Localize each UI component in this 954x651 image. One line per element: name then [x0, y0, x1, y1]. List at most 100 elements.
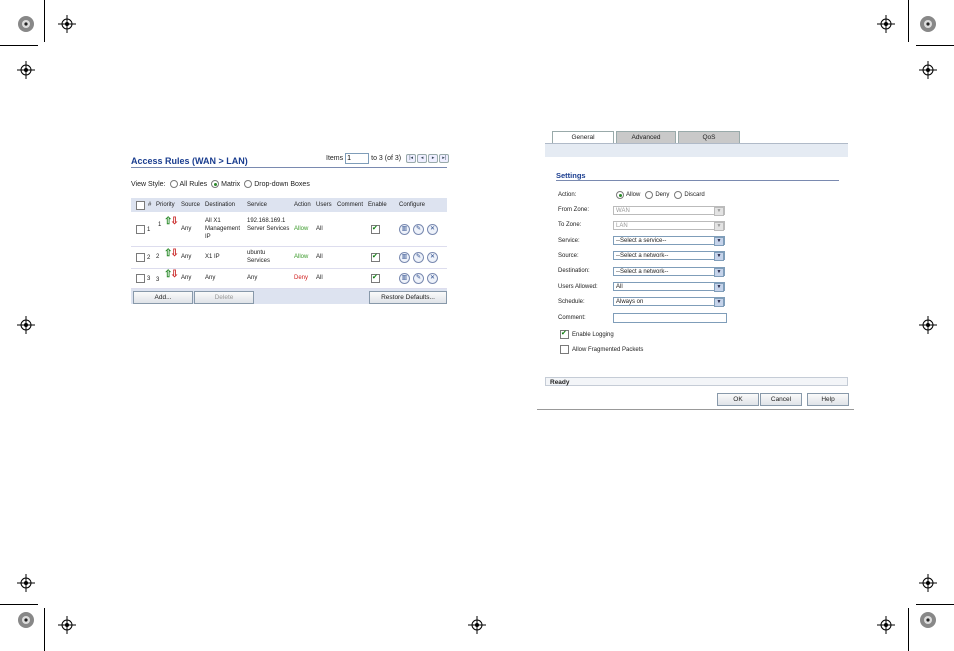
radio-icon[interactable]: [645, 191, 654, 199]
users-allowed-select[interactable]: All ▼: [613, 282, 725, 292]
last-page-icon[interactable]: ▸|: [439, 154, 450, 163]
radio-icon[interactable]: [169, 180, 178, 188]
allow-fragmented-option[interactable]: Allow Fragmented Packets: [560, 345, 643, 354]
destination-label: Destination:: [558, 268, 590, 274]
destination-select[interactable]: --Select a network-- ▼: [613, 267, 725, 277]
col-number: #: [148, 202, 152, 208]
row-destination: X1 IP: [205, 254, 220, 260]
stats-icon[interactable]: ▥: [399, 252, 410, 263]
delete-icon[interactable]: ✕: [427, 252, 438, 263]
col-destination: Destination: [205, 202, 236, 208]
items-page-input[interactable]: [345, 153, 370, 164]
items-range: to 3 (of 3): [371, 155, 402, 162]
tab-general[interactable]: General: [552, 131, 614, 143]
chevron-down-icon: ▼: [714, 207, 724, 216]
delete-icon[interactable]: ✕: [427, 273, 438, 284]
row-checkbox[interactable]: [136, 253, 145, 262]
title-underline: [131, 167, 447, 168]
row-priority: 3: [156, 277, 160, 283]
crop-line: [0, 45, 38, 46]
crop-line: [908, 0, 909, 42]
col-configure: Configure: [399, 202, 426, 208]
to-zone-label: To Zone:: [558, 222, 582, 228]
restore-defaults-button[interactable]: Restore Defaults...: [369, 291, 447, 304]
crosshair-mark-icon: [919, 61, 937, 79]
crosshair-mark-icon: [58, 15, 76, 33]
view-option-all-rules[interactable]: All Rules: [169, 180, 207, 188]
help-button[interactable]: Help: [807, 393, 849, 406]
chevron-down-icon: ▼: [714, 237, 724, 246]
chevron-down-icon: ▼: [714, 268, 724, 277]
enable-logging-checkbox[interactable]: [560, 329, 569, 339]
tab-strip: [545, 143, 848, 158]
priority-arrows-icon[interactable]: ⇧ ⇩: [164, 216, 179, 227]
crosshair-mark-icon: [17, 574, 35, 592]
pager-controls: |◂ ◂ ▸ ▸|: [406, 154, 450, 163]
col-action: Action: [294, 202, 311, 208]
crop-line: [916, 45, 954, 46]
configure-icons: ▥ ✎ ✕: [399, 224, 438, 235]
radio-icon[interactable]: [674, 191, 683, 199]
enable-checkbox[interactable]: [371, 252, 380, 262]
action-label: Action:: [558, 192, 577, 198]
source-select[interactable]: --Select a network-- ▼: [613, 251, 725, 261]
table-row: 2 2 ⇧ ⇩ Any X1 IP ubuntu Services Allow A…: [131, 246, 447, 269]
delete-icon[interactable]: ✕: [427, 224, 438, 235]
edit-icon[interactable]: ✎: [413, 273, 424, 284]
view-option-matrix[interactable]: Matrix: [211, 180, 240, 188]
radio-selected-icon[interactable]: [616, 191, 624, 199]
row-destination: All X1 Management IP: [205, 218, 241, 240]
action-deny[interactable]: Deny: [645, 191, 669, 199]
enable-logging-option[interactable]: Enable Logging: [560, 329, 614, 339]
select-all-checkbox[interactable]: [136, 201, 145, 210]
add-button[interactable]: Add...: [133, 291, 193, 304]
table-row: 1 1 ⇧ ⇩ Any All X1 Management IP 192.168.…: [131, 212, 447, 247]
allow-fragmented-checkbox[interactable]: [560, 345, 569, 354]
action-allow[interactable]: Allow: [616, 191, 640, 199]
radio-selected-icon[interactable]: [211, 180, 220, 188]
from-zone-select[interactable]: WAN ▼: [613, 206, 725, 216]
row-source: Any: [181, 226, 192, 232]
edit-icon[interactable]: ✎: [413, 252, 424, 263]
schedule-select[interactable]: Always on ▼: [613, 297, 725, 307]
stats-icon[interactable]: ▥: [399, 273, 410, 284]
prev-page-icon[interactable]: ◂: [417, 154, 428, 163]
access-rules-title: Access Rules (WAN > LAN): [131, 156, 248, 166]
delete-button[interactable]: Delete: [194, 291, 254, 304]
priority-arrows-icon[interactable]: ⇧ ⇩: [164, 248, 179, 259]
tab-qos[interactable]: QoS: [678, 131, 740, 143]
action-discard[interactable]: Discard: [674, 191, 705, 199]
row-users: All: [316, 226, 323, 232]
action-radios: Allow Deny Discard: [616, 191, 705, 199]
tab-advanced[interactable]: Advanced: [616, 131, 676, 143]
first-page-icon[interactable]: |◂: [406, 154, 417, 163]
row-checkbox[interactable]: [136, 274, 145, 283]
crosshair-mark-icon: [468, 616, 486, 634]
row-checkbox[interactable]: [136, 225, 145, 234]
row-users: All: [316, 275, 323, 281]
schedule-label: Schedule:: [558, 299, 585, 305]
service-select[interactable]: --Select a service-- ▼: [613, 236, 725, 246]
next-page-icon[interactable]: ▸: [428, 154, 439, 163]
priority-arrows-icon[interactable]: ⇧ ⇩: [164, 269, 179, 280]
stats-icon[interactable]: ▥: [399, 224, 410, 235]
col-service: Service: [247, 202, 268, 208]
cancel-button[interactable]: Cancel: [760, 393, 802, 406]
row-service: ubuntu Services: [247, 250, 271, 264]
enable-checkbox[interactable]: [371, 273, 380, 283]
row-priority: 2: [156, 254, 160, 260]
to-zone-select[interactable]: LAN ▼: [613, 221, 725, 231]
crop-line: [0, 604, 38, 605]
status-bar: Ready: [545, 377, 848, 386]
row-service: Any: [247, 275, 258, 281]
view-option-drop-down[interactable]: Drop-down Boxes: [244, 180, 310, 188]
radio-icon[interactable]: [244, 180, 253, 188]
comment-input[interactable]: [613, 313, 727, 323]
row-number: 3: [147, 276, 151, 282]
enable-checkbox[interactable]: [371, 224, 380, 234]
row-action: Deny: [294, 275, 309, 281]
row-destination: Any: [205, 275, 216, 281]
ok-button[interactable]: OK: [717, 393, 759, 406]
col-users: Users: [316, 202, 332, 208]
edit-icon[interactable]: ✎: [413, 224, 424, 235]
